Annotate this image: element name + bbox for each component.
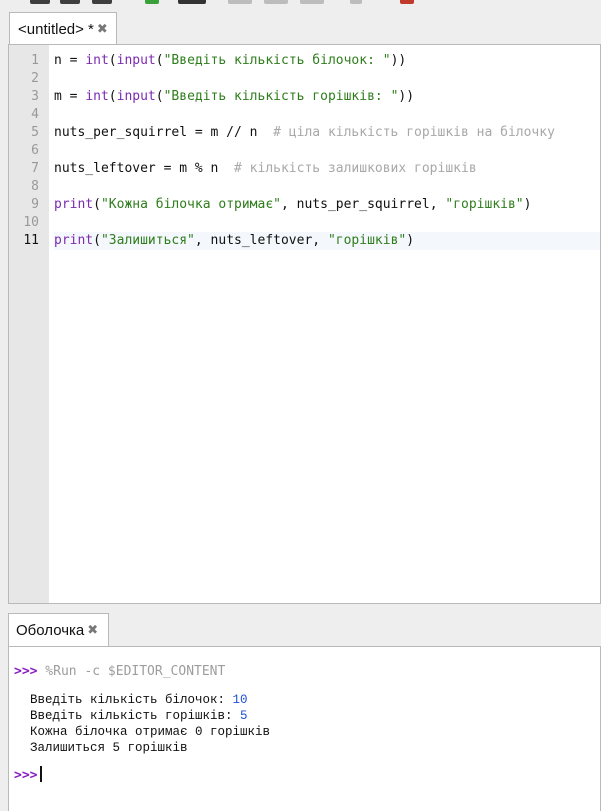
close-icon[interactable]: ✖ [87, 623, 98, 638]
code-line-7[interactable]: nuts_leftover = m % n # кількість залишк… [54, 160, 600, 178]
shell-tab-label: Оболочка [16, 622, 85, 639]
thonny-window: <untitled> * ✖ 1 2 3 4 5 6 7 8 9 10 11 n… [0, 0, 601, 811]
code-line-11[interactable]: print("Залишиться", nuts_leftover, "горі… [54, 232, 600, 250]
code-comment: # кількість залишкових горішків [234, 161, 477, 176]
shell-console[interactable]: >>> %Run -c $EDITOR_CONTENT Введіть кіль… [8, 646, 601, 811]
shell-output-line: Введіть кількість горішків: 5 [30, 709, 248, 723]
editor-tab-label: <untitled> * [18, 20, 94, 38]
line-number: 2 [31, 71, 39, 86]
stop-icon[interactable] [400, 0, 414, 4]
code-line-2[interactable] [54, 70, 600, 88]
step-out-icon[interactable] [300, 0, 324, 4]
shell-prompt: >>> [14, 664, 38, 679]
code-line-4[interactable] [54, 106, 600, 124]
line-number: 7 [31, 161, 39, 176]
line-number: 8 [31, 179, 39, 194]
shell-output-line: Кожна білочка отримає 0 горішків [30, 725, 271, 739]
code-line-1[interactable]: n = int(input("Введіть кількість білочок… [54, 52, 600, 70]
editor-tab-untitled[interactable]: <untitled> * ✖ [9, 12, 117, 45]
code-line-5[interactable]: nuts_per_squirrel = m // n # ціла кількі… [54, 124, 600, 142]
code-line-8[interactable] [54, 178, 600, 196]
code-area[interactable]: n = int(input("Введіть кількість білочок… [54, 52, 600, 250]
line-number: 9 [31, 197, 39, 212]
shell-output-line: Залишиться 5 горішків [30, 741, 188, 755]
shell-prompt: >>> [14, 768, 38, 783]
open-file-icon[interactable] [60, 0, 80, 4]
shell-tab[interactable]: Оболочка ✖ [8, 613, 109, 647]
code-editor[interactable]: 1 2 3 4 5 6 7 8 9 10 11 n = int(input("В… [8, 44, 601, 604]
shell-output-line: Введіть кількість білочок: 10 [30, 693, 248, 707]
code-line-6[interactable] [54, 142, 600, 160]
step-over-icon[interactable] [228, 0, 252, 4]
line-number: 10 [23, 215, 39, 230]
user-input-value: 5 [240, 709, 248, 723]
line-number: 4 [31, 107, 39, 122]
run-command: %Run -c $EDITOR_CONTENT [37, 664, 226, 679]
line-number-gutter: 1 2 3 4 5 6 7 8 9 10 11 [9, 45, 49, 603]
pane-splitter[interactable] [0, 604, 601, 612]
line-number: 3 [31, 89, 39, 104]
step-into-icon[interactable] [264, 0, 288, 4]
code-comment: # ціла кількість горішків на білочку [273, 125, 555, 140]
user-input-value: 10 [232, 693, 248, 707]
new-file-icon[interactable] [30, 0, 50, 4]
line-number: 5 [31, 125, 39, 140]
line-number: 6 [31, 143, 39, 158]
close-icon[interactable]: ✖ [97, 22, 108, 37]
shell-run-line: >>> %Run -c $EDITOR_CONTENT [14, 664, 225, 679]
line-number: 1 [31, 53, 39, 68]
code-line-9[interactable]: print("Кожна білочка отримає", nuts_per_… [54, 196, 600, 214]
run-icon[interactable] [145, 0, 159, 4]
save-icon[interactable] [92, 0, 112, 4]
debug-icon[interactable] [178, 0, 206, 4]
resume-icon[interactable] [350, 0, 362, 4]
text-cursor [40, 766, 43, 782]
shell-input-line[interactable]: >>> [14, 766, 43, 783]
toolbar [0, 0, 601, 8]
line-number-current: 11 [23, 233, 39, 248]
code-line-3[interactable]: m = int(input("Введіть кількість горішкі… [54, 88, 600, 106]
code-line-10[interactable] [54, 214, 600, 232]
